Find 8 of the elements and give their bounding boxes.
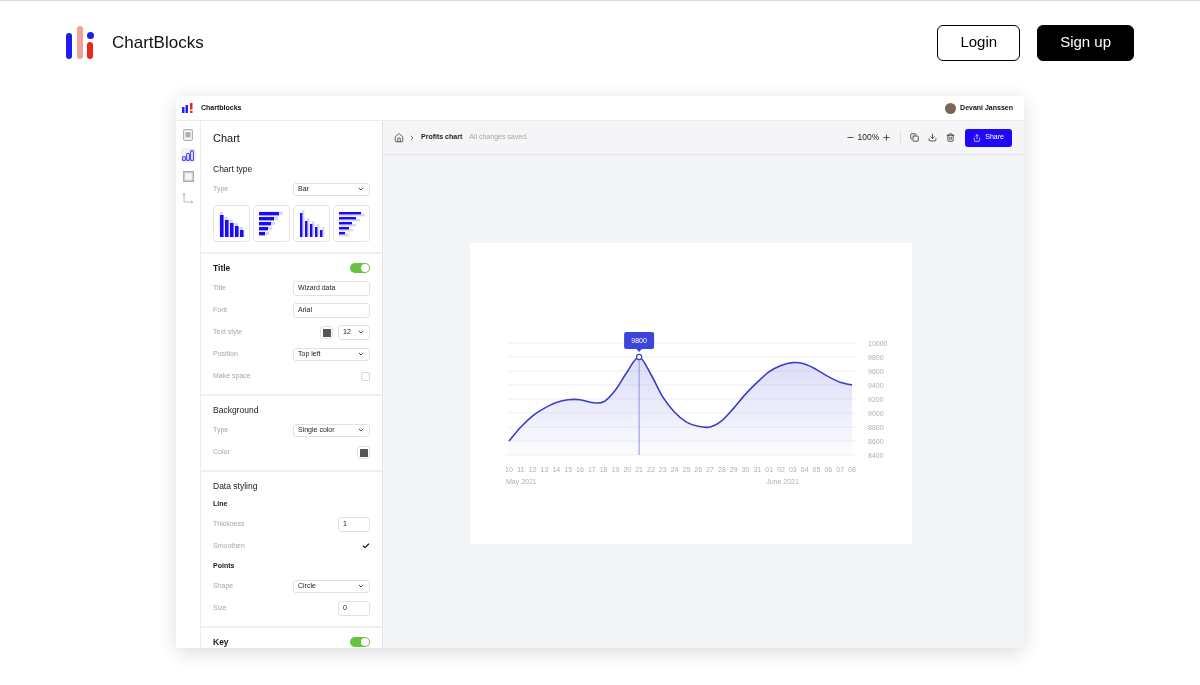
section-heading: Data styling — [213, 479, 258, 493]
section-heading: Background — [213, 403, 259, 417]
section-heading: Title — [213, 261, 231, 275]
zoom-level: 100% — [857, 131, 880, 144]
panel-title: Chart — [213, 130, 240, 146]
section-heading: Key — [213, 635, 229, 648]
section-heading: Chart type — [213, 162, 253, 176]
brand-name: ChartBlocks — [112, 31, 204, 54]
